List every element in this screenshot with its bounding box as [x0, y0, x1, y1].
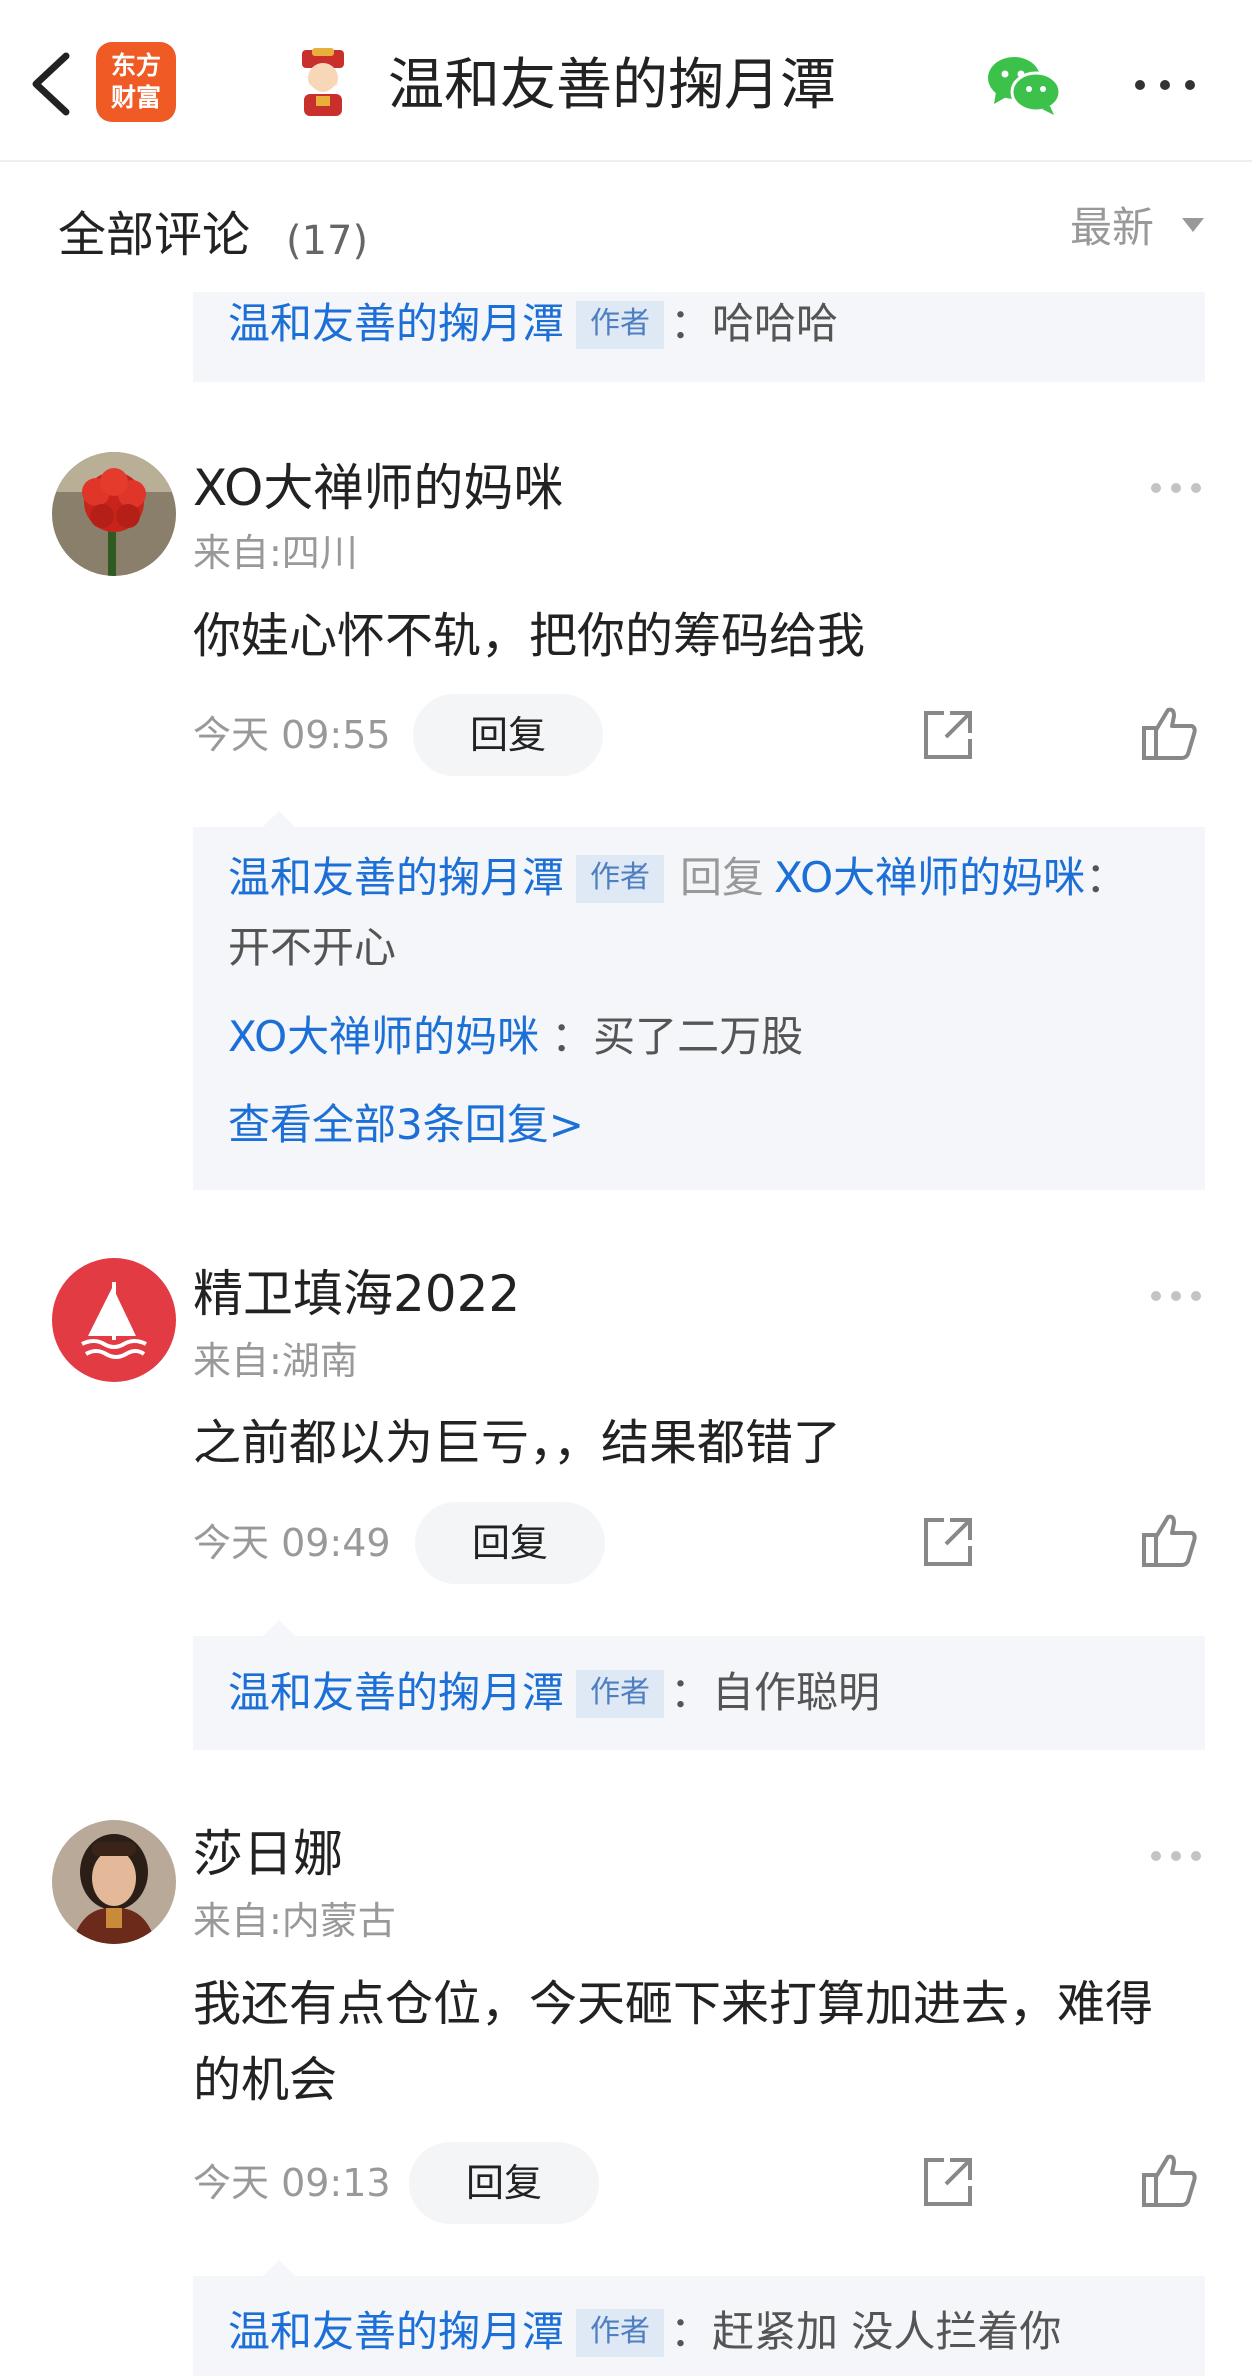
reply-text: 开不开心 — [228, 923, 397, 972]
author-badge: 作者 — [576, 855, 665, 903]
app-logo: 东方 财富 — [96, 42, 176, 122]
chevron-left-icon — [32, 52, 70, 116]
comment-time: 今天 09:55 — [193, 713, 391, 757]
reply-author-link[interactable]: XO大禅师的妈咪 — [228, 1012, 539, 1061]
reply-thread: 温和友善的掬月潭 作者 ：赶紧加 没人拦着你 — [193, 2260, 1205, 2376]
author-badge: 作者 — [576, 2309, 665, 2357]
reply-caret — [263, 811, 295, 827]
reply-button[interactable]: 回复 — [409, 2142, 599, 2224]
comment-time: 今天 09:13 — [193, 2161, 391, 2205]
reply-button[interactable]: 回复 — [415, 1502, 605, 1584]
comment-location: 来自:内蒙古 — [193, 1899, 396, 1943]
page-title: 温和友善的掬月潭 — [388, 53, 836, 118]
comment-text: 你娃心怀不轨，把你的筹码给我 — [193, 608, 866, 664]
reply-text: ：哈哈哈 — [670, 299, 839, 348]
share-icon[interactable] — [918, 2152, 978, 2212]
reply-caret — [263, 1620, 295, 1636]
back-button[interactable] — [22, 44, 82, 124]
reply-line: 温和友善的掬月潭 作者 ：赶紧加 没人拦着你 — [228, 2302, 1175, 2362]
reply-line: XO大禅师的妈咪 ：买了二万股 — [228, 1007, 1175, 1067]
more-options-button[interactable] — [1130, 60, 1200, 110]
comment-time: 今天 09:49 — [193, 1521, 391, 1565]
reply-line: 温和友善的掬月潭 作者 ：自作聪明 — [228, 1663, 1175, 1723]
comment-more-icon[interactable] — [1148, 1846, 1204, 1866]
reply-button[interactable]: 回复 — [413, 694, 603, 776]
thumbs-up-icon[interactable] — [1140, 704, 1200, 764]
reply-thread: 温和友善的掬月潭 作者 ：自作聪明 — [193, 1620, 1205, 1750]
comment-location: 来自:四川 — [193, 531, 358, 575]
sort-dropdown[interactable]: 最新 — [1070, 198, 1154, 258]
comment-location: 来自:湖南 — [193, 1339, 358, 1383]
wechat-share-button[interactable] — [984, 52, 1064, 116]
user-avatar[interactable] — [52, 1820, 176, 1944]
reply-line: 温和友善的掬月潭 作者 回复 XO大禅师的妈咪： — [228, 848, 1175, 908]
comment-more-icon[interactable] — [1148, 478, 1204, 498]
reply-text: ：买了二万股 — [551, 1012, 804, 1061]
comment-text: 我还有点仓位，今天砸下来打算加进去，难得的机会 — [193, 1976, 1154, 2108]
reply-text: ：自作聪明 — [670, 1668, 881, 1717]
comment-username[interactable]: 精卫填海2022 — [193, 1262, 520, 1326]
comments-count: (17) — [286, 218, 369, 264]
reply-colon: ： — [1085, 853, 1128, 902]
wechat-icon — [988, 57, 1062, 115]
more-icon — [1135, 80, 1195, 90]
logo-text-line2: 财富 — [110, 83, 161, 112]
logo-text-line1: 东方 — [110, 51, 161, 80]
comment-text: 之前都以为巨亏，，结果都错了 — [193, 1415, 842, 1471]
reply-text: ：赶紧加 没人拦着你 — [670, 2307, 1062, 2356]
reply-target-link[interactable]: XO大禅师的妈咪 — [774, 853, 1085, 902]
top-navigation-bar: 东方 财富 温和友善的掬月潭 — [0, 0, 1252, 162]
thumbs-up-icon[interactable] — [1140, 2151, 1200, 2211]
author-badge: 作者 — [576, 301, 665, 349]
comment-username[interactable]: 莎日娜 — [193, 1822, 343, 1886]
comment-username[interactable]: XO大禅师的妈咪 — [193, 456, 563, 520]
user-avatar[interactable] — [52, 452, 176, 576]
reply-word: 回复 — [680, 853, 765, 902]
comments-title: 全部评论 — [58, 207, 251, 263]
reply-author-link[interactable]: 温和友善的掬月潭 — [228, 1668, 564, 1717]
user-avatar[interactable] — [52, 1258, 176, 1382]
reply-author-link[interactable]: 温和友善的掬月潭 — [228, 299, 564, 348]
reply-caret — [263, 2260, 295, 2276]
reply-author-link[interactable]: 温和友善的掬月潭 — [228, 2307, 564, 2356]
comments-header: 全部评论 (17) 最新 — [0, 162, 1252, 292]
see-all-replies-link[interactable]: 查看全部3条回复> — [228, 1095, 1175, 1155]
caret-down-icon[interactable] — [1182, 218, 1204, 234]
reply-thread: 温和友善的掬月潭 作者 回复 XO大禅师的妈咪： 开不开心 XO大禅师的妈咪 ：买了二万… — [193, 811, 1205, 1190]
thumbs-up-icon[interactable] — [1140, 1511, 1200, 1571]
share-icon[interactable] — [918, 1512, 978, 1572]
share-icon[interactable] — [918, 705, 978, 765]
comment-more-icon[interactable] — [1148, 1286, 1204, 1306]
author-avatar[interactable] — [288, 48, 358, 118]
reply-thread: 温和友善的掬月潭 作者 ：哈哈哈 — [193, 292, 1205, 382]
reply-author-link[interactable]: 温和友善的掬月潭 — [228, 853, 564, 902]
author-badge: 作者 — [576, 1670, 665, 1718]
reply-line: 温和友善的掬月潭 作者 ：哈哈哈 — [228, 294, 1175, 354]
